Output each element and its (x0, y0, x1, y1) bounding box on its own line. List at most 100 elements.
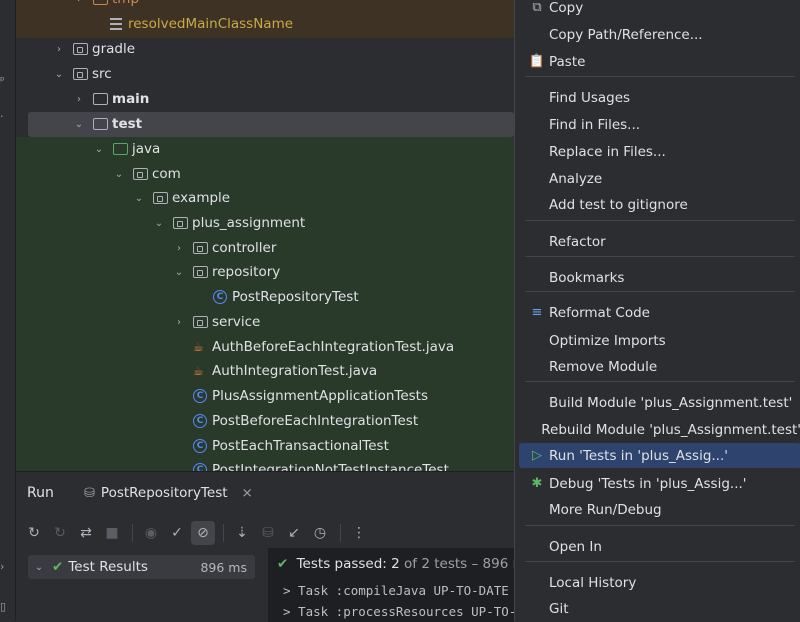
menu-reformat[interactable]: ≡ Reformat Code (519, 300, 800, 325)
menu-item-label: Run 'Tests in 'plus_Assig...' (549, 447, 728, 464)
tree-row-service[interactable]: › service (172, 310, 260, 334)
menu-find-usages[interactable]: Find Usages (519, 85, 800, 110)
tree-row-label: PostBeforeEachIntegrationTest (212, 413, 419, 429)
run-title[interactable]: Run (27, 485, 54, 501)
menu-build-module[interactable]: Build Module 'plus_Assignment.test' (519, 390, 800, 415)
import-tests-icon[interactable]: ⛁ (256, 521, 280, 545)
rerun-failed-icon[interactable]: ↻ (48, 521, 72, 545)
toggle-auto-test-icon[interactable]: ⇄ (74, 521, 98, 545)
menu-separator (525, 76, 795, 77)
tree-row-controller[interactable]: › controller (172, 236, 276, 260)
chevron-right-icon[interactable]: › (72, 0, 86, 5)
show-passed-icon[interactable]: ✓ (165, 521, 189, 545)
rerun-icon[interactable]: ↻ (22, 521, 46, 545)
test-results-node[interactable]: ⌄ ✔ Test Results 896 ms (28, 555, 255, 579)
commit-icon[interactable]: ᵖ (0, 74, 12, 87)
tree-row-plusassignmentapp[interactable]: C PlusAssignmentApplicationTests (172, 384, 428, 408)
tree-row-tmp[interactable]: › tmp (72, 0, 139, 11)
close-tab-icon[interactable]: × (242, 485, 253, 501)
chevron-down-icon[interactable]: ⌄ (52, 69, 66, 80)
tree-row-gradle[interactable]: › gradle (52, 37, 135, 61)
menu-analyze[interactable]: Analyze (519, 166, 800, 191)
tree-row-com[interactable]: ⌄ com (112, 162, 181, 186)
menu-bookmarks[interactable]: Bookmarks (519, 265, 800, 290)
menu-add-gitignore[interactable]: Add test to gitignore (519, 192, 800, 217)
tree-row-label: PostRepositoryTest (232, 289, 359, 305)
terminal-icon[interactable]: › (0, 560, 12, 573)
menu-item-label: Remove Module (549, 358, 658, 375)
tree-row-src[interactable]: ⌄ src (52, 62, 112, 86)
show-ignored-toggle-icon[interactable]: ⊘ (191, 521, 215, 545)
copy-icon: ⧉ (532, 0, 542, 15)
tree-row-postintegrationnottest[interactable]: C PostIntegrationNotTestInstanceTest (172, 458, 449, 471)
test-results-label: Test Results (68, 559, 148, 575)
run-tab-label: PostRepositoryTest (100, 485, 228, 501)
tree-row-example[interactable]: ⌄ example (132, 186, 230, 210)
menu-open-in[interactable]: Open In (519, 534, 800, 559)
chevron-down-icon[interactable]: ⌄ (132, 193, 146, 204)
tree-row-repository[interactable]: ⌄ repository (172, 260, 280, 284)
problems-icon[interactable]: ▯ (0, 600, 12, 613)
menu-local-history[interactable]: Local History (519, 570, 800, 595)
menu-git[interactable]: Git (519, 596, 800, 621)
tree-row-postrepositorytest[interactable]: C PostRepositoryTest (192, 285, 359, 309)
menu-optimize-imports[interactable]: Optimize Imports (519, 328, 800, 353)
collapse-icon[interactable]: ↙ (282, 521, 306, 545)
tree-row-test[interactable]: ⌄ test (72, 112, 142, 136)
chevron-down-icon[interactable]: ⌄ (72, 119, 86, 130)
tree-row-resolvedmainclassname[interactable]: resolvedMainClassName (88, 12, 293, 36)
show-ignored-icon[interactable]: ◉ (139, 521, 163, 545)
tree-row-postbeforeeach[interactable]: C PostBeforeEachIntegrationTest (172, 409, 418, 433)
menu-item-label: Build Module 'plus_Assignment.test' (549, 394, 793, 411)
menu-find-in-files[interactable]: Find in Files... (519, 112, 800, 137)
more-icon[interactable]: · (0, 110, 12, 123)
tree-row-label: service (212, 314, 261, 330)
history-icon[interactable]: ◷ (308, 521, 332, 545)
menu-item-label: Local History (549, 574, 637, 591)
menu-refactor[interactable]: Refactor (519, 229, 800, 254)
chevron-down-icon[interactable]: ⌄ (152, 218, 166, 229)
menu-more-run-debug[interactable]: More Run/Debug (519, 497, 800, 522)
chevron-right-icon[interactable]: › (52, 44, 66, 55)
tree-row-plus-assignment[interactable]: ⌄ plus_assignment (152, 211, 305, 235)
console-output[interactable]: ✔ Tests passed: 2 of 2 tests – 896 ms > … (268, 548, 514, 622)
chevron-right-icon[interactable]: › (172, 317, 186, 328)
test-run-icon: ⛁ (84, 485, 95, 501)
package-folder-icon (192, 314, 208, 330)
tree-row-label: tmp (112, 0, 139, 7)
menu-run-tests[interactable]: ▷ Run 'Tests in 'plus_Assig...' (519, 443, 800, 468)
tree-row-authintegration[interactable]: ☕ AuthIntegrationTest.java (172, 359, 377, 383)
tree-row-java[interactable]: ⌄ java (92, 137, 161, 161)
menu-separator (525, 291, 795, 292)
menu-rebuild-module[interactable]: Rebuild Module 'plus_Assignment.test' (519, 417, 800, 442)
chevron-down-icon[interactable]: ⌄ (172, 267, 186, 278)
package-folder-icon (192, 240, 208, 256)
more-options-icon[interactable]: ⋮ (347, 521, 371, 545)
menu-replace-in-files[interactable]: Replace in Files... (519, 139, 800, 164)
context-menu: ⧉ Copy Copy Path/Reference... 📋 Paste Find Us… (514, 0, 800, 621)
class-icon: C (212, 289, 228, 305)
run-tool-window: Run ⛁ PostRepositoryTest × ↻ ↻ ⇄ ■ ◉ ✓ ⊘… (16, 471, 514, 622)
run-tab[interactable]: ⛁ PostRepositoryTest × (84, 485, 253, 501)
menu-copy[interactable]: ⧉ Copy (519, 0, 800, 20)
chevron-down-icon[interactable]: ⌄ (92, 144, 106, 155)
chevron-down-icon[interactable]: ⌄ (112, 169, 126, 180)
stop-icon[interactable]: ■ (100, 521, 124, 545)
menu-separator (525, 381, 795, 382)
chevron-down-icon[interactable]: ⌄ (32, 562, 46, 573)
tree-row-label: repository (212, 264, 281, 280)
menu-remove-module[interactable]: Remove Module (519, 354, 800, 379)
tree-row-posteachtransactional[interactable]: C PostEachTransactionalTest (172, 434, 389, 458)
tree-row-main[interactable]: › main (72, 87, 149, 111)
chevron-right-icon[interactable]: › (72, 94, 86, 105)
menu-item-label: Paste (549, 53, 586, 70)
passed-count: 2 (391, 556, 400, 572)
sort-icon[interactable]: ⇣ (230, 521, 254, 545)
tree-row-label: plus_assignment (192, 215, 306, 231)
tree-row-authbeforeeach[interactable]: ☕ AuthBeforeEachIntegrationTest.java (172, 335, 454, 359)
tree-row-label: src (92, 66, 112, 82)
menu-debug-tests[interactable]: ✱ Debug 'Tests in 'plus_Assig...' (519, 471, 800, 496)
menu-copy-path[interactable]: Copy Path/Reference... (519, 22, 800, 47)
menu-paste[interactable]: 📋 Paste (519, 49, 800, 74)
chevron-right-icon[interactable]: › (172, 243, 186, 254)
